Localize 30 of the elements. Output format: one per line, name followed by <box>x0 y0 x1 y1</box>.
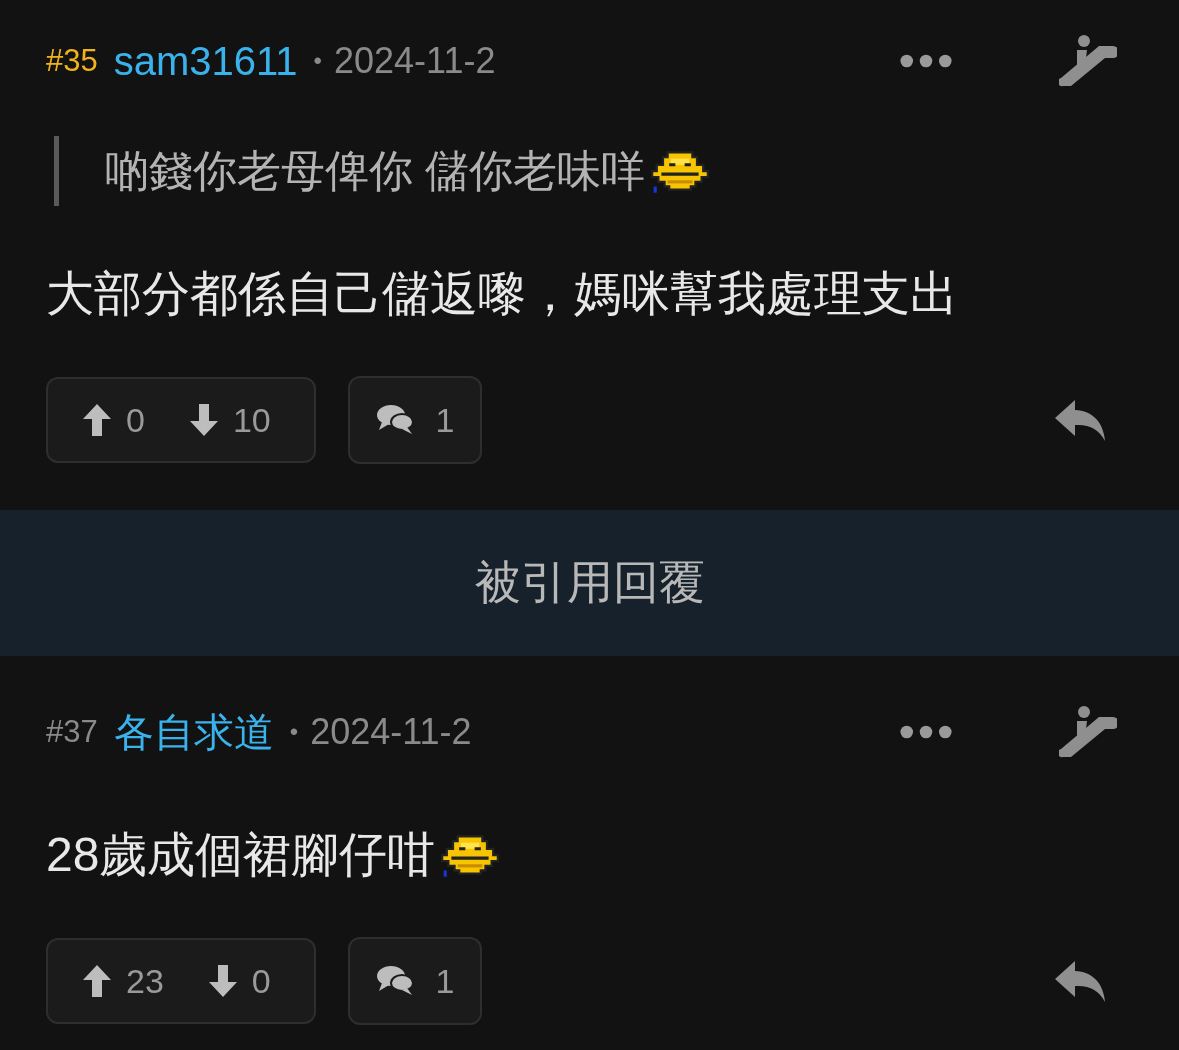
separator-dot: • <box>289 718 299 746</box>
up-arrow-icon <box>82 964 112 998</box>
escalator-icon[interactable] <box>1059 705 1117 759</box>
post-number: #35 <box>46 43 98 79</box>
more-icon[interactable] <box>899 724 953 740</box>
post-date: 2024-11-2 <box>333 40 496 82</box>
quoted-replies-bar[interactable]: 被引用回覆 <box>0 510 1179 656</box>
reply-icon[interactable] <box>1053 398 1107 442</box>
speech-bubbles-icon <box>375 965 414 997</box>
comments-button[interactable]: 1 <box>348 937 482 1025</box>
downvote-button[interactable]: 10 <box>188 400 271 440</box>
post-date: 2024-11-2 <box>310 711 472 753</box>
speech-bubbles-icon <box>375 404 414 436</box>
downvote-button[interactable]: 0 <box>207 961 271 1001</box>
separator-dot: • <box>313 47 322 75</box>
upvote-button[interactable]: 23 <box>82 961 164 1001</box>
author-link[interactable]: sam31611 <box>113 38 298 84</box>
reply-icon[interactable] <box>1053 959 1107 1003</box>
post-number: #37 <box>46 714 98 750</box>
comments-button[interactable]: 1 <box>348 376 482 464</box>
author-link[interactable]: 各自求道 <box>113 704 274 760</box>
post-body: 28歲成個裙腳仔咁 <box>46 817 1133 893</box>
escalator-icon[interactable] <box>1059 34 1117 88</box>
upvote-button[interactable]: 0 <box>82 400 145 440</box>
more-icon[interactable] <box>899 53 953 69</box>
quoted-text: 啲錢你老母俾你 儲你老味咩 <box>54 136 1133 206</box>
down-arrow-icon <box>188 403 219 437</box>
post-body: 大部分都係自己儲返嚟，媽咪幫我處理支出 <box>46 266 959 322</box>
down-arrow-icon <box>207 964 238 998</box>
up-arrow-icon <box>82 403 112 437</box>
